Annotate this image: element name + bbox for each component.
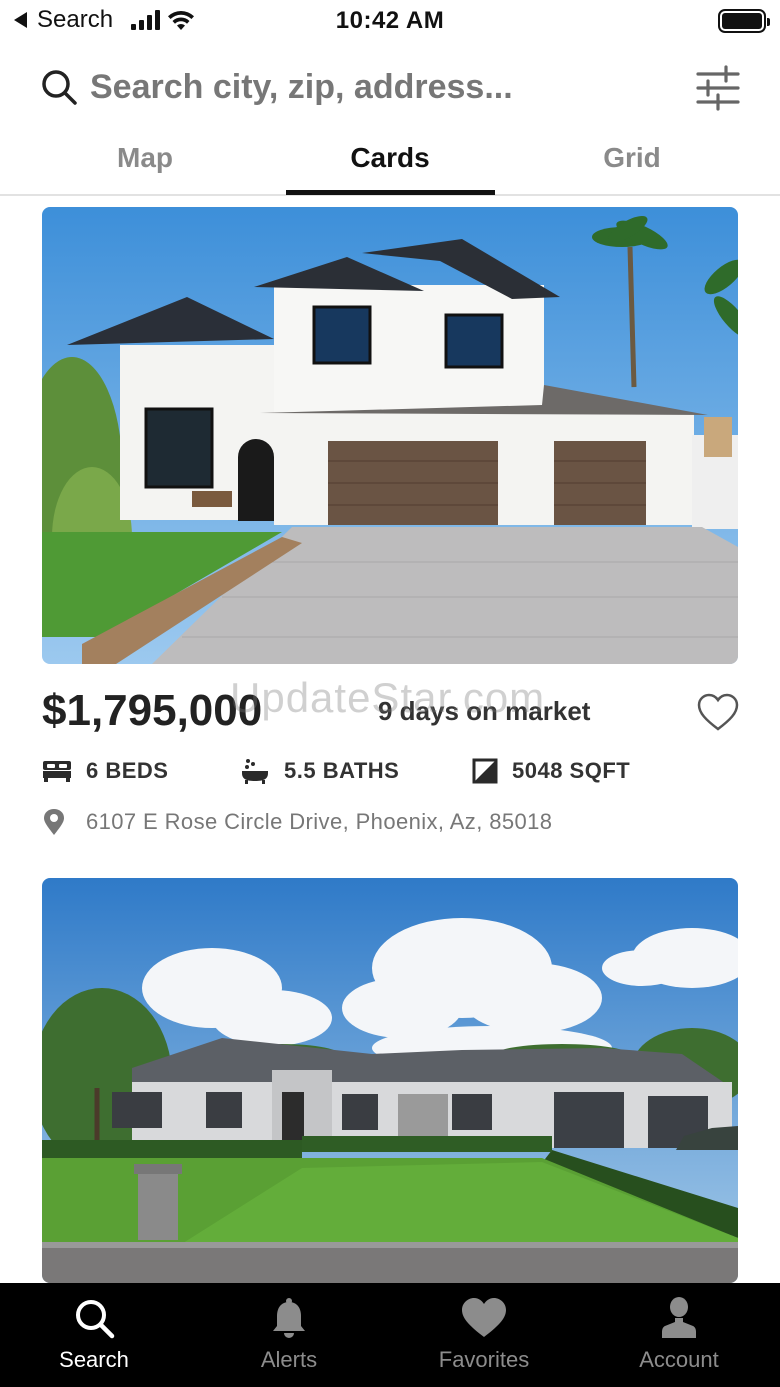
location-pin-icon — [44, 809, 64, 835]
search-icon — [76, 1300, 115, 1339]
person-icon — [662, 1297, 696, 1338]
nav-account[interactable]: Account — [604, 1295, 754, 1373]
nav-alerts-label: Alerts — [260, 1347, 318, 1372]
nav-alerts[interactable]: Alerts — [214, 1295, 364, 1373]
sqft-value: 5048 SQFT — [512, 758, 631, 783]
tab-cards[interactable]: Cards — [285, 142, 495, 174]
baths-spec: 5.5 BATHS — [240, 758, 399, 784]
active-tab-indicator — [286, 190, 495, 195]
baths-value: 5.5 BATHS — [284, 758, 400, 783]
nav-search-label: Search — [59, 1347, 129, 1372]
battery-icon — [718, 9, 770, 33]
search-icon — [42, 70, 77, 105]
listing-specs: 6 BEDS 5.5 BATHS 5048 SQFT — [42, 758, 742, 790]
view-tabs: Map Cards Grid — [0, 130, 780, 196]
nav-favorites[interactable]: Favorites — [409, 1295, 559, 1373]
nav-favorites-label: Favorites — [438, 1347, 530, 1372]
bottom-tab-bar: Search Alerts Favorites Account — [0, 1283, 780, 1387]
tab-grid[interactable]: Grid — [527, 142, 737, 174]
sqft-spec: 5048 SQFT — [472, 758, 630, 784]
favorite-heart-icon[interactable] — [696, 692, 740, 732]
filter-sliders-icon[interactable] — [696, 64, 740, 112]
listing-price: $1,795,000 — [42, 686, 263, 735]
area-square-icon — [472, 758, 498, 784]
bell-icon — [273, 1298, 305, 1338]
status-bar: Search 10:42 AM — [0, 0, 780, 44]
heart-icon — [462, 1298, 506, 1337]
beds-value: 6 BEDS — [86, 758, 169, 783]
days-on-market: 9 days on market — [378, 696, 591, 726]
nav-search[interactable]: Search — [19, 1295, 169, 1373]
beds-spec: 6 BEDS — [42, 758, 168, 784]
bathtub-icon — [242, 759, 268, 784]
search-input[interactable] — [90, 64, 670, 110]
listing-photo[interactable] — [42, 207, 738, 664]
tab-map[interactable]: Map — [40, 142, 250, 174]
listing-address: 6107 E Rose Circle Drive, Phoenix, Az, 8… — [86, 809, 553, 834]
listing-photo[interactable] — [42, 878, 738, 1283]
search-bar — [0, 56, 780, 120]
clock: 10:42 AM — [335, 7, 445, 34]
nav-account-label: Account — [639, 1347, 719, 1372]
bed-icon — [43, 761, 71, 782]
listing-address-row: 6107 E Rose Circle Drive, Phoenix, Az, 8… — [42, 808, 552, 836]
